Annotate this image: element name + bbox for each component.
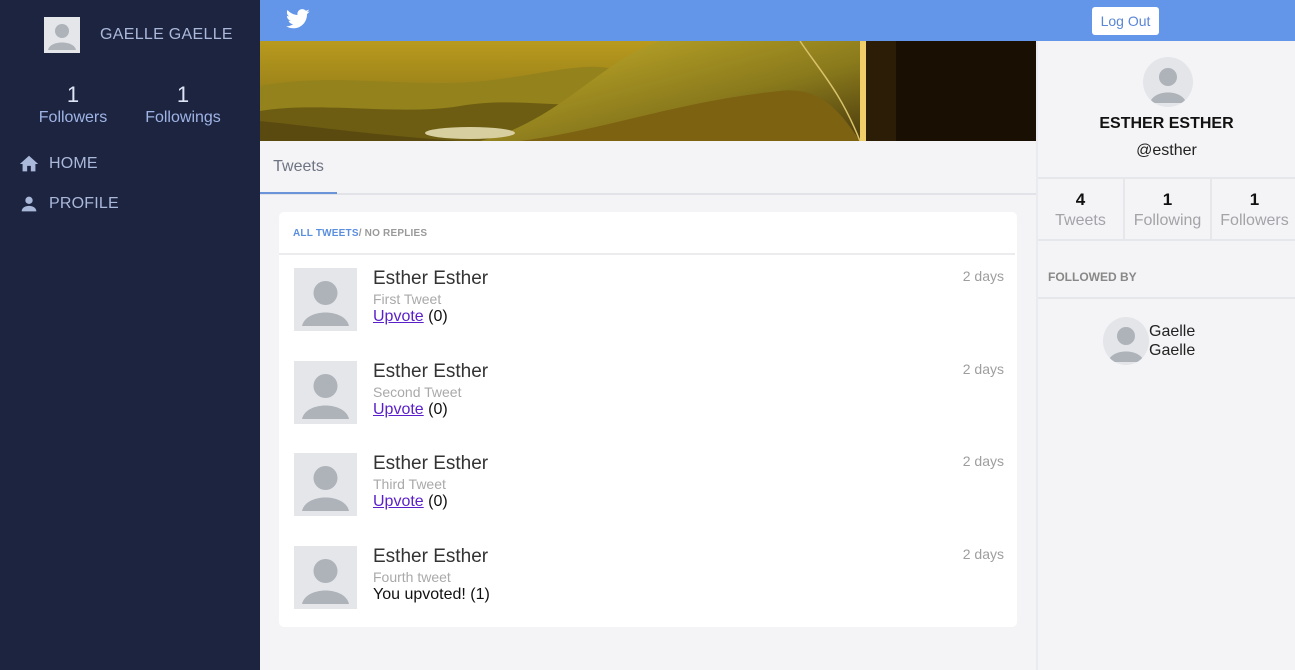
tweet-text: Third Tweet (373, 476, 446, 492)
tweet-text: First Tweet (373, 291, 442, 307)
follower-avatar (1103, 317, 1149, 365)
stat-label: Followers (1220, 212, 1289, 229)
upvote-link[interactable]: Upvote (373, 401, 424, 418)
profile-name: ESTHER ESTHER (1099, 115, 1234, 132)
tweets-card: ALL TWEETS/ NO REPLIES Esther Esther Fir… (279, 212, 1017, 627)
profile-banner-image (260, 41, 1036, 141)
tweet-time: 2 days (962, 268, 1004, 284)
tweet-avatar[interactable] (294, 453, 357, 516)
vote-count: (0) (423, 308, 448, 325)
tweet-item: Esther Esther Fourth tweet You upvoted! … (294, 546, 1004, 610)
tweet-author[interactable]: Esther Esther (373, 546, 488, 568)
followers-label: Followers (38, 109, 108, 126)
tweet-avatar[interactable] (294, 268, 357, 331)
divider (279, 253, 1015, 255)
tweet-author[interactable]: Esther Esther (373, 453, 488, 475)
current-user-name: GAELLE GAELLE (100, 26, 233, 43)
default-avatar-icon (302, 466, 349, 511)
followings-label: Followings (145, 109, 221, 126)
tweet-time: 2 days (962, 453, 1004, 469)
tweet-text: Second Tweet (373, 384, 462, 400)
person-icon (21, 196, 37, 212)
followed-by-heading: FOLLOWED BY (1048, 270, 1137, 284)
profile-stats: 4 Tweets 1 Following 1 Followers (1038, 177, 1295, 241)
stat-label: Tweets (1055, 212, 1106, 229)
follower-first-name: Gaelle (1149, 323, 1196, 340)
tweet-time: 2 days (962, 361, 1004, 377)
tab-tweets[interactable]: Tweets (260, 141, 337, 194)
sidebar-item-label: HOME (49, 155, 98, 172)
tweet-item: Esther Esther First Tweet Upvote (0) 2 d… (294, 268, 1004, 332)
default-avatar-icon (48, 24, 76, 50)
sidebar-item-label: PROFILE (49, 195, 119, 212)
default-avatar-icon (1108, 327, 1144, 362)
follower-item[interactable]: Gaelle Gaelle (1103, 317, 1209, 365)
profile-handle: @esther (1136, 142, 1197, 159)
stat-number: 1 (1162, 190, 1173, 209)
profile-avatar (1143, 57, 1193, 107)
stat-number: 1 (1249, 190, 1260, 209)
profile-stat-tweets[interactable]: 4 Tweets (1038, 179, 1125, 239)
tweet-vote: Upvote (0) (373, 493, 448, 511)
home-icon (19, 155, 39, 172)
filter-all-tweets[interactable]: ALL TWEETS (293, 228, 359, 239)
current-user-avatar (44, 17, 80, 53)
default-avatar-icon (1150, 68, 1186, 103)
tweet-item: Esther Esther Second Tweet Upvote (0) 2 … (294, 361, 1004, 425)
default-avatar-icon (302, 374, 349, 419)
default-avatar-icon (302, 281, 349, 326)
tweet-author[interactable]: Esther Esther (373, 361, 488, 383)
sidebar-item-home[interactable]: HOME (18, 152, 119, 176)
tweet-vote: Upvote (0) (373, 401, 448, 419)
upvoted-status: You upvoted! (1) (373, 586, 490, 603)
divider (1038, 297, 1295, 299)
tweet-filter: ALL TWEETS/ NO REPLIES (293, 228, 427, 239)
tweet-text: Fourth tweet (373, 569, 451, 585)
follower-name: Gaelle Gaelle (1149, 322, 1209, 360)
profile-stat-following[interactable]: 1 Following (1125, 179, 1212, 239)
top-bar: Log Out (260, 0, 1295, 41)
vote-count: (0) (423, 401, 448, 418)
left-sidebar: GAELLE GAELLE 1 Followers 1 Followings H… (0, 0, 260, 670)
followings-stat[interactable]: 1 Followings (128, 82, 238, 128)
upvote-link[interactable]: Upvote (373, 493, 424, 510)
tweet-avatar[interactable] (294, 361, 357, 424)
twitter-bird-icon[interactable] (286, 8, 310, 30)
tweet-author[interactable]: Esther Esther (373, 268, 488, 290)
default-avatar-icon (302, 559, 349, 604)
profile-stat-followers[interactable]: 1 Followers (1212, 179, 1295, 239)
tweet-time: 2 days (962, 546, 1004, 562)
stat-label: Following (1133, 212, 1202, 229)
tweet-avatar[interactable] (294, 546, 357, 609)
stat-number: 4 (1075, 190, 1086, 209)
tweet-item: Esther Esther Third Tweet Upvote (0) 2 d… (294, 453, 1004, 517)
sidebar-item-profile[interactable]: PROFILE (18, 192, 119, 216)
tweet-vote: Upvote (0) (373, 308, 448, 326)
filter-no-replies[interactable]: NO REPLIES (362, 228, 428, 239)
content-tabs: Tweets (260, 141, 1036, 195)
upvote-link[interactable]: Upvote (373, 308, 424, 325)
sidebar-nav: HOME PROFILE (18, 152, 119, 232)
followers-stat[interactable]: 1 Followers (18, 82, 128, 128)
followers-count: 1 (66, 82, 80, 107)
current-user[interactable]: GAELLE GAELLE (44, 17, 233, 53)
logout-button[interactable]: Log Out (1092, 7, 1159, 35)
profile-panel: ESTHER ESTHER @esther 4 Tweets 1 Followi… (1036, 41, 1295, 670)
landscape-banner (260, 41, 1036, 141)
follower-last-name: Gaelle (1149, 342, 1196, 359)
vote-count: (0) (423, 493, 448, 510)
followings-count: 1 (176, 82, 190, 107)
